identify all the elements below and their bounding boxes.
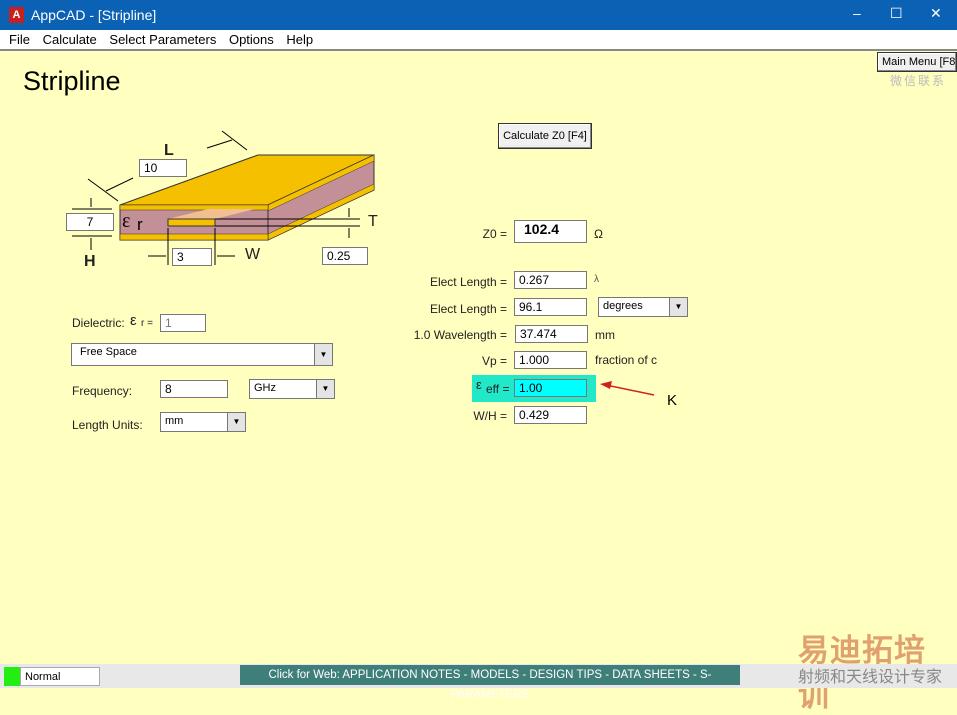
eeff-symbol: ε bbox=[476, 377, 482, 392]
length-units-select[interactable]: mm ▼ bbox=[160, 412, 246, 432]
annotation-k: K bbox=[667, 392, 678, 409]
frequency-input[interactable]: 8 bbox=[160, 380, 228, 398]
T-label: T bbox=[368, 213, 378, 230]
minimize-button[interactable]: – bbox=[853, 5, 861, 21]
z0-unit: Ω bbox=[594, 227, 603, 241]
z0-label: Z0 = bbox=[482, 227, 507, 241]
angle-unit-select[interactable]: degrees ▼ bbox=[598, 297, 688, 317]
vp-label: Vp = bbox=[481, 354, 507, 368]
er-sub: r = bbox=[141, 318, 153, 329]
chevron-down-icon[interactable]: ▼ bbox=[314, 344, 332, 365]
wh-output: 0.429 bbox=[514, 406, 587, 424]
status-indicator bbox=[4, 667, 20, 686]
web-links-button[interactable]: Click for Web: APPLICATION NOTES - MODEL… bbox=[240, 665, 740, 701]
stripline-diagram: ε r bbox=[72, 130, 375, 265]
frequency-unit-select[interactable]: GHz ▼ bbox=[249, 379, 335, 399]
wavelength-unit: mm bbox=[595, 328, 615, 342]
er-input[interactable]: 1 bbox=[160, 314, 206, 332]
wavelength-output: 37.474 bbox=[515, 325, 588, 343]
angle-unit-value: degrees bbox=[603, 300, 643, 312]
elect-length-deg-label: Elect Length = bbox=[429, 302, 507, 316]
strip-conductor bbox=[167, 218, 216, 227]
calculate-z0-button[interactable]: Calculate Z0 [F4] bbox=[498, 123, 592, 149]
L-label: L bbox=[164, 142, 174, 159]
vp-unit: fraction of c bbox=[595, 353, 658, 367]
length-units-value: mm bbox=[165, 415, 184, 427]
watermark-top: 微信联系 bbox=[890, 74, 947, 88]
material-value: Free Space bbox=[80, 346, 137, 358]
H-input[interactable]: 7 bbox=[66, 213, 114, 231]
W-label: W bbox=[245, 246, 261, 263]
vp-output: 1.000 bbox=[514, 351, 587, 369]
lambda-unit: λ bbox=[594, 274, 599, 285]
W-input[interactable]: 3 bbox=[172, 248, 212, 266]
elect-length-deg-output: 96.1 bbox=[514, 298, 587, 316]
maximize-button[interactable]: ☐ bbox=[890, 5, 903, 22]
T-input[interactable]: 0.25 bbox=[322, 247, 368, 265]
er-label: ε bbox=[122, 210, 130, 232]
dielectric-label: Dielectric: bbox=[72, 316, 125, 330]
chevron-down-icon[interactable]: ▼ bbox=[316, 380, 334, 398]
wh-label: W/H = bbox=[473, 409, 507, 423]
er-symbol: ε bbox=[130, 312, 137, 329]
z0-output: 102.4 bbox=[514, 220, 587, 243]
watermark-tagline: 射频和天线设计专家 bbox=[798, 669, 943, 686]
wavelength-label: 1.0 Wavelength = bbox=[413, 328, 507, 342]
L-input[interactable]: 10 bbox=[139, 159, 187, 177]
chevron-down-icon[interactable]: ▼ bbox=[669, 298, 687, 316]
chevron-down-icon[interactable]: ▼ bbox=[227, 413, 245, 431]
eeff-label: eff = bbox=[486, 382, 510, 396]
material-select[interactable]: Free Space ▼ bbox=[71, 343, 333, 366]
close-button[interactable]: ✕ bbox=[930, 5, 942, 22]
main-menu-button[interactable]: Main Menu [F8 bbox=[877, 52, 957, 72]
frequency-label: Frequency: bbox=[72, 384, 133, 398]
H-label: H bbox=[84, 253, 96, 270]
eeff-output: 1.00 bbox=[514, 379, 587, 397]
length-units-label: Length Units: bbox=[72, 418, 143, 432]
frequency-unit-value: GHz bbox=[254, 382, 276, 394]
red-arrow bbox=[600, 381, 655, 396]
status-mode: Normal bbox=[20, 667, 100, 686]
status-bar: Normal Click for Web: APPLICATION NOTES … bbox=[0, 664, 957, 701]
elect-length-label: Elect Length = bbox=[429, 275, 507, 289]
svg-text:r: r bbox=[137, 215, 143, 234]
elect-length-wl-output: 0.267 bbox=[514, 271, 587, 289]
